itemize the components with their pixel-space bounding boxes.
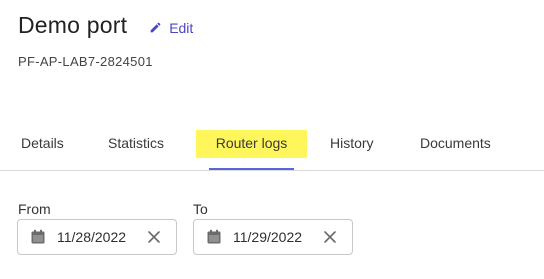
active-tab-indicator xyxy=(209,168,294,170)
tab-history[interactable]: History xyxy=(330,127,374,170)
calendar-icon xyxy=(31,229,45,244)
tab-router-logs[interactable]: Router logs xyxy=(196,127,307,170)
from-date-value: 11/28/2022 xyxy=(57,229,127,245)
to-date-field[interactable]: 11/29/2022 xyxy=(193,219,353,255)
tab-details[interactable]: Details xyxy=(21,127,64,170)
title-row: Demo port Edit xyxy=(18,12,193,39)
tab-documents-label: Documents xyxy=(420,135,491,151)
close-icon[interactable] xyxy=(147,230,161,244)
tabs-divider xyxy=(0,170,544,171)
from-label: From xyxy=(18,201,51,217)
page-title: Demo port xyxy=(18,12,128,38)
tab-router-logs-label: Router logs xyxy=(215,135,288,151)
calendar-icon xyxy=(207,229,221,244)
pencil-icon xyxy=(150,22,161,33)
tab-documents[interactable]: Documents xyxy=(420,127,491,170)
edit-button[interactable]: Edit xyxy=(149,20,193,36)
edit-label: Edit xyxy=(169,19,194,36)
port-id: PF-AP-LAB7-2824501 xyxy=(18,54,153,69)
to-label: To xyxy=(193,201,208,217)
tab-bar: Details Statistics Router logs History D… xyxy=(0,127,544,171)
tab-statistics-label: Statistics xyxy=(108,135,165,151)
tab-history-label: History xyxy=(330,135,374,151)
close-icon[interactable] xyxy=(323,230,337,244)
tab-details-label: Details xyxy=(21,135,64,151)
page-header: Demo port Edit PF-AP-LAB7-2824501 xyxy=(18,12,193,69)
tab-statistics[interactable]: Statistics xyxy=(108,127,164,170)
to-date-value: 11/29/2022 xyxy=(233,229,303,245)
from-date-field[interactable]: 11/28/2022 xyxy=(17,219,177,255)
